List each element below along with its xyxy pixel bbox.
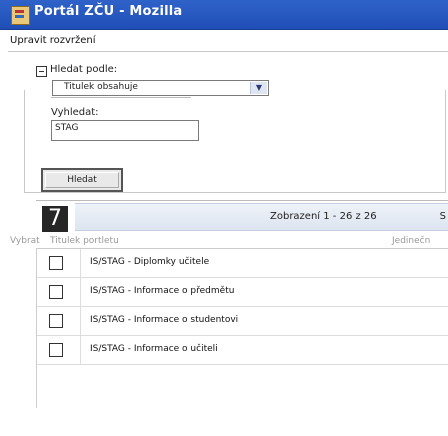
row-divider <box>80 278 81 306</box>
field-divider <box>51 97 191 98</box>
search-input-value: STAG <box>55 123 79 133</box>
row-divider <box>80 336 81 364</box>
search-legend: Hledat podle: <box>50 64 118 75</box>
collapse-icon[interactable] <box>36 66 47 77</box>
table-row: IS/STAG - Informace o studentovi <box>37 307 448 336</box>
row-title: IS/STAG - Informace o učiteli <box>90 344 218 354</box>
row-checkbox[interactable] <box>49 314 63 328</box>
page-heading: Upravit rozvržení <box>10 35 96 46</box>
row-title: IS/STAG - Informace o předmětu <box>90 286 235 296</box>
fieldset-border-right <box>445 90 446 192</box>
column-header-title[interactable]: Titulek portletu <box>50 236 119 246</box>
table-row: IS/STAG - Diplomky učitele <box>37 249 448 278</box>
column-header-unique[interactable]: Jedinečn <box>392 236 430 246</box>
chevron-down-icon[interactable]: ▼ <box>250 82 267 94</box>
row-checkbox[interactable] <box>49 285 63 299</box>
table-row: IS/STAG - Informace o předmětu <box>37 278 448 307</box>
row-title: IS/STAG - Informace o studentovi <box>90 315 239 325</box>
app-icon <box>11 6 30 25</box>
row-title: IS/STAG - Diplomky učitele <box>90 257 210 267</box>
results-summary-bar: Zobrazení 1 - 26 z 26 S <box>75 203 448 231</box>
search-criteria-select[interactable]: Titulek obsahuje ▼ <box>52 80 269 96</box>
fieldset-border-left <box>24 90 25 192</box>
row-checkbox[interactable] <box>49 256 63 270</box>
table-divider <box>36 200 448 201</box>
column-header-select[interactable]: Vybrat <box>10 236 40 246</box>
table-row: IS/STAG - Informace o učiteli <box>37 336 448 365</box>
results-summary: Zobrazení 1 - 26 z 26 <box>270 211 377 222</box>
fieldset-border-bottom <box>24 192 446 193</box>
search-button-label: Hledat <box>45 172 119 188</box>
heading-divider <box>8 51 448 52</box>
search-button[interactable]: Hledat <box>41 168 123 192</box>
row-divider <box>80 307 81 335</box>
results-summary-extra: S <box>439 211 446 222</box>
step-badge: 7 <box>42 206 68 232</box>
search-input[interactable]: STAG <box>51 120 199 141</box>
window-titlebar: Portál ZČU - Mozilla <box>0 0 448 30</box>
search-label: Vyhledat: <box>51 107 99 118</box>
row-divider <box>80 249 81 277</box>
search-criteria-value: Titulek obsahuje <box>64 82 138 92</box>
window-title: Portál ZČU - Mozilla <box>34 4 183 19</box>
row-checkbox[interactable] <box>49 343 63 357</box>
